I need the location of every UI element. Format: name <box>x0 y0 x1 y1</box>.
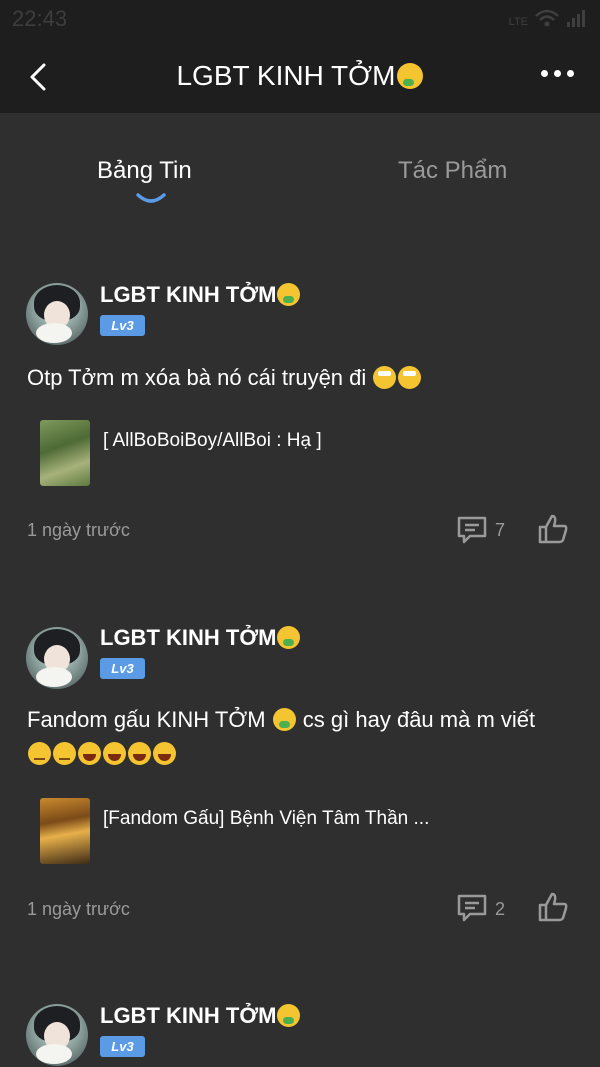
signal-icon <box>567 10 585 27</box>
level-badge: Lv3 <box>100 1036 145 1057</box>
tab-bar: Bảng Tin Tác Phẩm <box>0 113 600 223</box>
post-timestamp: 1 ngày trước <box>27 899 130 919</box>
page-title-text: LGBT KINH TỞM <box>176 60 396 91</box>
content-text-b: cs gì hay đâu mà m viết <box>302 707 536 732</box>
comment-count: 2 <box>495 899 506 919</box>
rolling-laughing-emoji <box>153 742 176 765</box>
rolling-laughing-emoji <box>103 742 126 765</box>
network-label: LTE <box>508 16 528 28</box>
linked-work-card[interactable]: [Fandom Gấu] Bệnh Viện Tâm Thần ... <box>40 798 560 864</box>
like-thumb-icon[interactable] <box>537 513 569 545</box>
avatar[interactable] <box>26 627 88 689</box>
nauseated-face-emoji <box>277 626 301 649</box>
post-content: Otp Tởm m xóa bà nó cái truyện đi <box>27 361 570 395</box>
tab-active-indicator <box>136 193 166 203</box>
content-text: Otp Tởm m xóa bà nó cái truyện đi <box>27 365 367 390</box>
rolling-eyes-emoji <box>398 366 422 389</box>
status-bar: 22:43 LTE <box>0 0 600 40</box>
unamused-face-emoji <box>28 742 51 765</box>
rolling-laughing-emoji <box>128 742 151 765</box>
username-text: LGBT KINH TỞM <box>100 625 277 650</box>
status-time: 22:43 <box>12 6 68 31</box>
comment-count: 7 <box>495 520 506 540</box>
tab-bang-tin[interactable]: Bảng Tin <box>97 157 192 185</box>
rolling-laughing-emoji <box>78 742 101 765</box>
work-cover-image <box>40 798 90 864</box>
work-title: [ AllBoBoiBoy/AllBoi : Hạ ] <box>103 430 322 451</box>
post-content: Fandom gấu KINH TỞM cs gì hay đâu mà m v… <box>27 703 570 771</box>
like-thumb-icon[interactable] <box>537 891 569 923</box>
work-title: [Fandom Gấu] Bệnh Viện Tâm Thần ... <box>103 808 430 829</box>
username-text: LGBT KINH TỞM <box>100 1003 277 1028</box>
rolling-eyes-emoji <box>373 366 397 389</box>
comment-icon[interactable] <box>456 893 488 923</box>
level-badge: Lv3 <box>100 658 145 679</box>
avatar[interactable] <box>26 1004 88 1066</box>
content-text-a: Fandom gấu KINH TỞM <box>27 707 266 732</box>
post-username[interactable]: LGBT KINH TỞM <box>100 1003 301 1029</box>
level-badge: Lv3 <box>100 315 145 336</box>
nauseated-face-emoji <box>396 63 423 89</box>
post-username[interactable]: LGBT KINH TỞM <box>100 625 301 651</box>
nauseated-face-emoji <box>277 1004 301 1027</box>
more-options-icon[interactable] <box>541 70 574 77</box>
post-timestamp: 1 ngày trước <box>27 520 130 540</box>
username-text: LGBT KINH TỞM <box>100 282 277 307</box>
post-username[interactable]: LGBT KINH TỞM <box>100 282 301 308</box>
work-cover-image <box>40 420 90 486</box>
wifi-icon <box>535 9 559 27</box>
tab-tac-pham[interactable]: Tác Phẩm <box>398 157 507 185</box>
nauseated-face-emoji <box>272 708 296 731</box>
nauseated-face-emoji <box>277 283 301 306</box>
page-title: LGBT KINH TỞM <box>0 60 600 92</box>
unamused-face-emoji <box>53 742 76 765</box>
status-icons: LTE <box>509 8 586 28</box>
comment-icon[interactable] <box>456 515 488 545</box>
linked-work-card[interactable]: [ AllBoBoiBoy/AllBoi : Hạ ] <box>40 420 560 486</box>
app-bar: LGBT KINH TỞM <box>0 40 600 113</box>
avatar[interactable] <box>26 283 88 345</box>
